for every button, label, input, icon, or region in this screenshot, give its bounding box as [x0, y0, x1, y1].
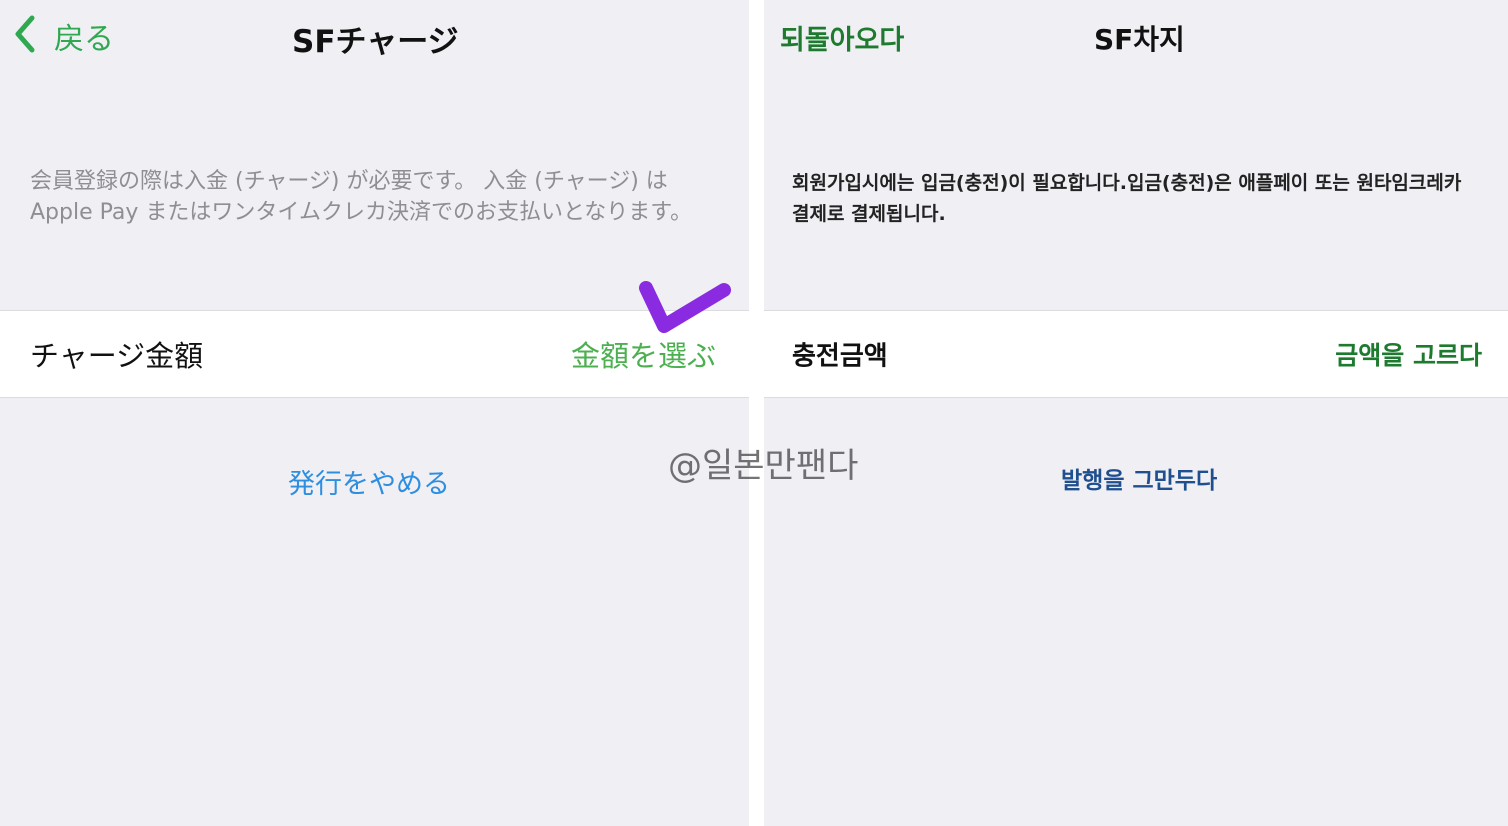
description-text: 会員登録の際は入金 (チャージ) が必要です。 入金 (チャージ) は Appl…	[30, 169, 693, 225]
charge-amount-row[interactable]: チャージ金額 金額を選ぶ	[0, 310, 749, 398]
panel-divider	[749, 0, 764, 826]
select-amount-button[interactable]: 금액을 고르다	[1335, 336, 1482, 372]
page-title: SFチャージ	[292, 24, 459, 60]
charge-amount-label: 충전금액	[792, 341, 888, 372]
back-label: 戻る	[54, 22, 114, 57]
description-text: 회원가입시에는 입금(충전)이 필요합니다.입금(충전)은 애플페이 또는 원타…	[792, 172, 1462, 225]
korean-screen: 되돌아오다 SF차지 회원가입시에는 입금(충전)이 필요합니다.입금(충전)은…	[764, 0, 1508, 826]
cancel-issue-button[interactable]: 発行をやめる	[288, 462, 450, 501]
select-amount-button[interactable]: 金額を選ぶ	[571, 333, 716, 375]
japanese-screen: 戻る SFチャージ 会員登録の際は入金 (チャージ) が必要です。 入金 (チャ…	[0, 0, 749, 826]
chevron-left-icon	[14, 14, 36, 58]
charge-amount-row[interactable]: 충전금액 금액을 고르다	[764, 310, 1508, 398]
cancel-issue-button[interactable]: 발행을 그만두다	[1061, 461, 1217, 495]
back-button[interactable]: 戻る	[14, 14, 114, 58]
charge-amount-label: チャージ金額	[30, 339, 204, 373]
back-label: 되돌아오다	[780, 25, 905, 56]
page-title: SF차지	[1094, 23, 1185, 56]
back-button[interactable]: 되돌아오다	[780, 18, 904, 57]
